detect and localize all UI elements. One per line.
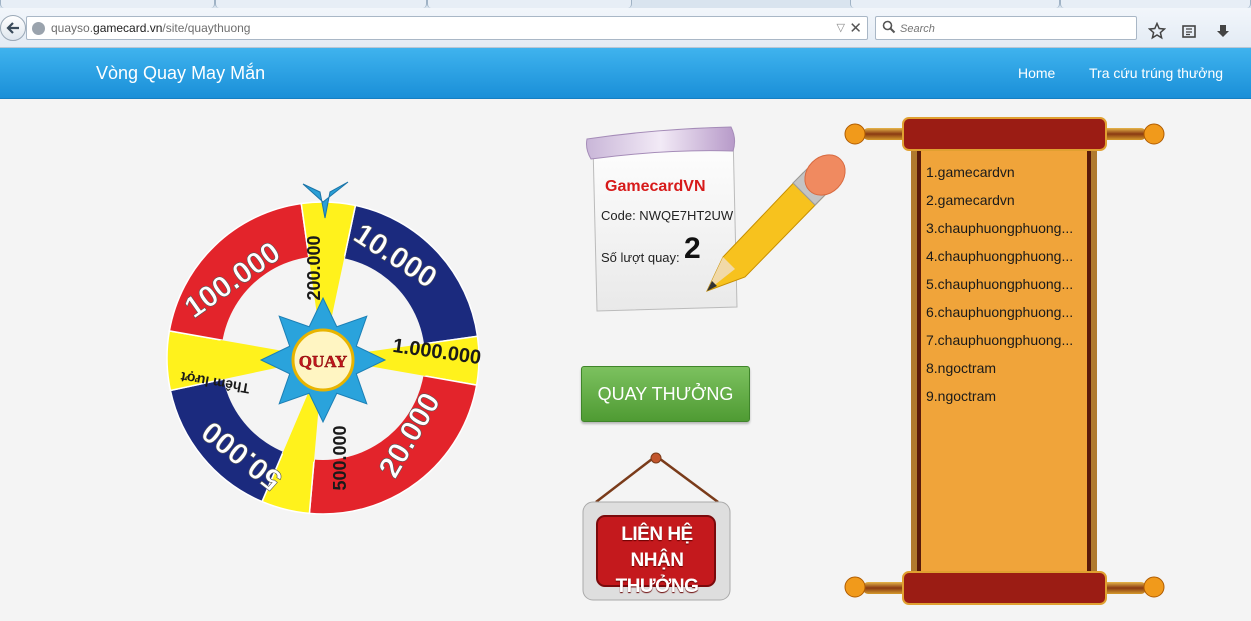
url-bar[interactable]: quayso.gamecard.vn/site/quaythuong ▽ ✕ — [26, 16, 868, 40]
winner-item: 7.chauphuongphuong... — [926, 332, 1074, 348]
browser-tab[interactable] — [427, 0, 632, 8]
site-brand[interactable]: Vòng Quay May Mắn — [96, 63, 265, 84]
browser-tab[interactable] — [215, 0, 427, 8]
winner-list: 1.gamecardvn 2.gamecardvn 3.chauphuongph… — [926, 158, 1086, 410]
nav-link-lookup-winners[interactable]: Tra cứu trúng thưởng — [1089, 65, 1223, 81]
close-icon[interactable]: ✕ — [849, 19, 862, 37]
globe-icon — [32, 22, 45, 35]
search-bar[interactable] — [875, 16, 1137, 40]
winner-item: 6.chauphuongphuong... — [926, 304, 1074, 320]
turns-label: Số lượt quay: — [601, 250, 680, 265]
wheel-center-label: QUAY — [299, 352, 348, 371]
nav-link-home[interactable]: Home — [1018, 65, 1055, 81]
winner-item: 8.ngoctram — [926, 360, 997, 376]
winner-item: 3.chauphuongphuong... — [926, 220, 1074, 236]
wheel-label: 500.000 — [330, 425, 350, 490]
browser-tab-strip — [0, 0, 1251, 8]
scroll-top-rod — [844, 117, 1165, 151]
browser-tab[interactable] — [0, 0, 215, 8]
wheel-label: 200.000 — [304, 235, 324, 300]
download-icon[interactable] — [1214, 22, 1232, 40]
contact-sign-text[interactable]: LIÊN HỆ NHẬN THƯỞNG — [597, 522, 717, 600]
star-icon[interactable] — [1148, 22, 1166, 40]
dropdown-arrow-icon[interactable]: ▽ — [837, 21, 845, 34]
player-name: GamecardVN — [605, 178, 706, 195]
winner-item: 1.gamecardvn — [926, 164, 1015, 180]
wheel-graphic: QUAY 10.000 1.000.000 20.000 500.000 50.… — [166, 181, 482, 515]
search-input[interactable] — [900, 20, 1130, 37]
winner-item: 4.chauphuongphuong... — [926, 248, 1074, 264]
browser-tab[interactable] — [1060, 0, 1251, 8]
back-arrow-icon — [6, 22, 19, 34]
back-button[interactable] — [0, 15, 26, 41]
player-code: Code: NWQE7HT2UW — [601, 208, 734, 223]
url-text[interactable]: quayso.gamecard.vn/site/quaythuong — [51, 21, 250, 35]
turns-value: 2 — [684, 232, 701, 265]
site-navbar: Vòng Quay May Mắn Home Tra cứu trúng thư… — [0, 48, 1251, 99]
search-icon — [882, 20, 896, 34]
browser-toolbar: quayso.gamecard.vn/site/quaythuong ▽ ✕ — [0, 8, 1251, 48]
browser-tab[interactable] — [850, 0, 1060, 8]
contact-sign-line2: NHẬN THƯỞNG — [615, 550, 699, 597]
spin-button[interactable]: QUAY THƯỞNG — [581, 366, 750, 422]
contact-sign-line1: LIÊN HỆ — [621, 524, 693, 545]
lucky-wheel[interactable]: QUAY 10.000 1.000.000 20.000 500.000 50.… — [160, 178, 490, 523]
winner-item: 5.chauphuongphuong... — [926, 276, 1074, 292]
scroll-bottom-rod — [844, 571, 1165, 605]
winner-item: 2.gamecardvn — [926, 192, 1015, 208]
winner-item: 9.ngoctram — [926, 388, 997, 404]
reading-list-icon[interactable] — [1180, 22, 1198, 40]
